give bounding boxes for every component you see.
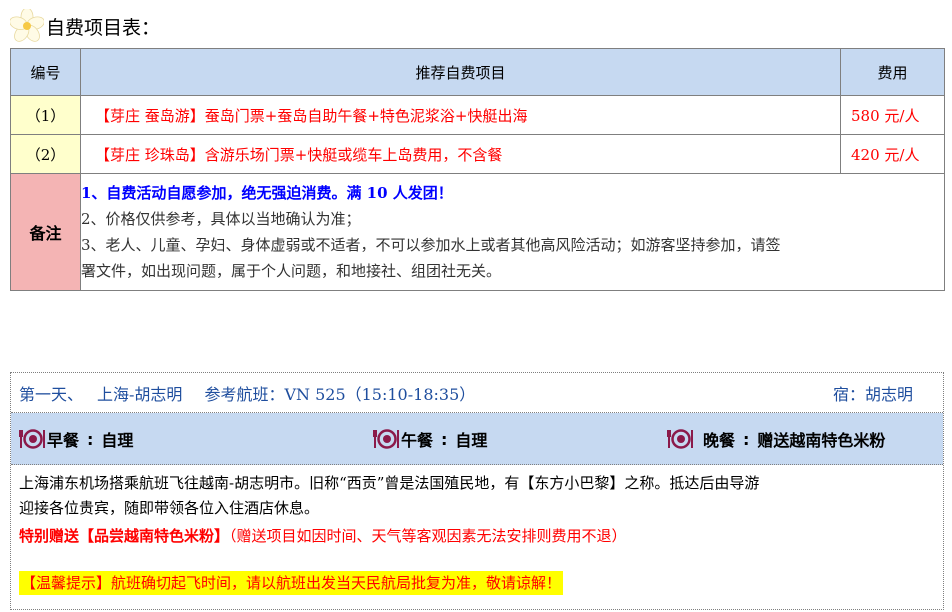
notes-label: 备注: [10, 173, 81, 291]
stay-info: 宿：胡志明: [832, 384, 913, 404]
day-label: 第一天、: [19, 384, 84, 404]
plate-cutlery-icon: [19, 429, 45, 449]
plate-cutlery-icon: [373, 429, 399, 449]
row-price: 580 元/人: [840, 95, 945, 135]
flight-info: 参考航班：VN 525（15:10-18:35）: [204, 384, 476, 404]
table-row: （2） 【芽庄 珍珠岛】含游乐场门票+快艇或缆车上岛费用，不含餐 420 元/人: [10, 134, 945, 174]
plate-cutlery-icon: [667, 429, 693, 449]
header-price: 费用: [840, 48, 945, 96]
gift-detail: （赠送项目如因时间、天气等客观因素无法安排则费用不退）: [229, 527, 627, 545]
row-num: （1）: [10, 95, 81, 135]
breakfast: 早餐 : 自理: [19, 427, 133, 451]
note-line: 3、老人、儿童、孕妇、身体虚弱或不适者，不可以参加水上或者其他高风险活动；如游客…: [81, 236, 781, 254]
day-description: 上海浦东机场搭乘航班飞往越南-胡志明市。旧称“西贡”曾是法国殖民地，有【东方小巴…: [11, 465, 943, 595]
meal-separator: :: [87, 429, 94, 449]
lunch: 午餐 : 自理: [373, 427, 487, 451]
note-line: 1、自费活动自愿参加，绝无强迫消费。满 10 人发团！: [81, 184, 453, 202]
optional-items-table: 编号 推荐自费项目 费用 （1） 【芽庄 蚕岛游】蚕岛门票+蚕岛自助午餐+特色泥…: [10, 48, 945, 291]
table-header-row: 编号 推荐自费项目 费用: [10, 48, 945, 96]
day-itinerary: 第一天、 上海-胡志明 参考航班：VN 525（15:10-18:35） 宿：胡…: [10, 372, 944, 610]
meals-bar: 早餐 : 自理 午餐 : 自理 晚餐 : 赠送越南特色米粉: [11, 413, 943, 465]
row-project: 【芽庄 珍珠岛】含游乐场门票+快艇或缆车上岛费用，不含餐: [80, 134, 841, 174]
dinner: 晚餐 : 赠送越南特色米粉: [667, 427, 885, 451]
dinner-value: 赠送越南特色米粉: [757, 431, 886, 450]
gift-note: 特别赠送【品尝越南特色米粉】（赠送项目如因时间、天气等客观因素无法安排则费用不退…: [19, 523, 935, 549]
section-title-text: 自费项目表：: [46, 16, 161, 39]
breakfast-label: 早餐: [47, 431, 80, 450]
description-line: 上海浦东机场搭乘航班飞往越南-胡志明市。旧称“西贡”曾是法国殖民地，有【东方小巴…: [19, 474, 760, 492]
row-num: （2）: [10, 134, 81, 174]
gift-title: 特别赠送【品尝越南特色米粉】: [19, 527, 230, 545]
section-title: 自费项目表：: [10, 8, 160, 44]
day-header: 第一天、 上海-胡志明 参考航班：VN 525（15:10-18:35） 宿：胡…: [11, 373, 943, 413]
dinner-label: 晚餐: [703, 431, 736, 450]
flower-icon: [10, 9, 44, 42]
lunch-value: 自理: [455, 431, 488, 450]
table-row: （1） 【芽庄 蚕岛游】蚕岛门票+蚕岛自助午餐+特色泥浆浴+快艇出海 580 元…: [10, 95, 945, 135]
row-project: 【芽庄 蚕岛游】蚕岛门票+蚕岛自助午餐+特色泥浆浴+快艇出海: [80, 95, 841, 135]
lunch-label: 午餐: [401, 431, 434, 450]
header-num: 编号: [10, 48, 81, 96]
row-price: 420 元/人: [840, 134, 945, 174]
note-line: 2、价格仅供参考，具体以当地确认为准；: [81, 210, 361, 228]
header-project: 推荐自费项目: [80, 48, 841, 96]
meal-separator: :: [441, 429, 448, 449]
description-line: 迎接各位贵宾，随即带领各位入住酒店休息。: [19, 499, 320, 517]
breakfast-value: 自理: [101, 431, 134, 450]
day-route: 上海-胡志明: [97, 384, 183, 404]
note-line: 署文件，如出现问题，属于个人问题，和地接社、组团社无关。: [81, 262, 502, 280]
notes-body: 1、自费活动自愿参加，绝无强迫消费。满 10 人发团！ 2、价格仅供参考，具体以…: [80, 173, 945, 291]
meal-separator: :: [743, 429, 750, 449]
notes-row: 备注 1、自费活动自愿参加，绝无强迫消费。满 10 人发团！ 2、价格仅供参考，…: [10, 173, 945, 291]
warm-tip: 【温馨提示】航班确切起飞时间，请以航班出发当天民航局批复为准，敬请谅解！: [19, 571, 564, 595]
